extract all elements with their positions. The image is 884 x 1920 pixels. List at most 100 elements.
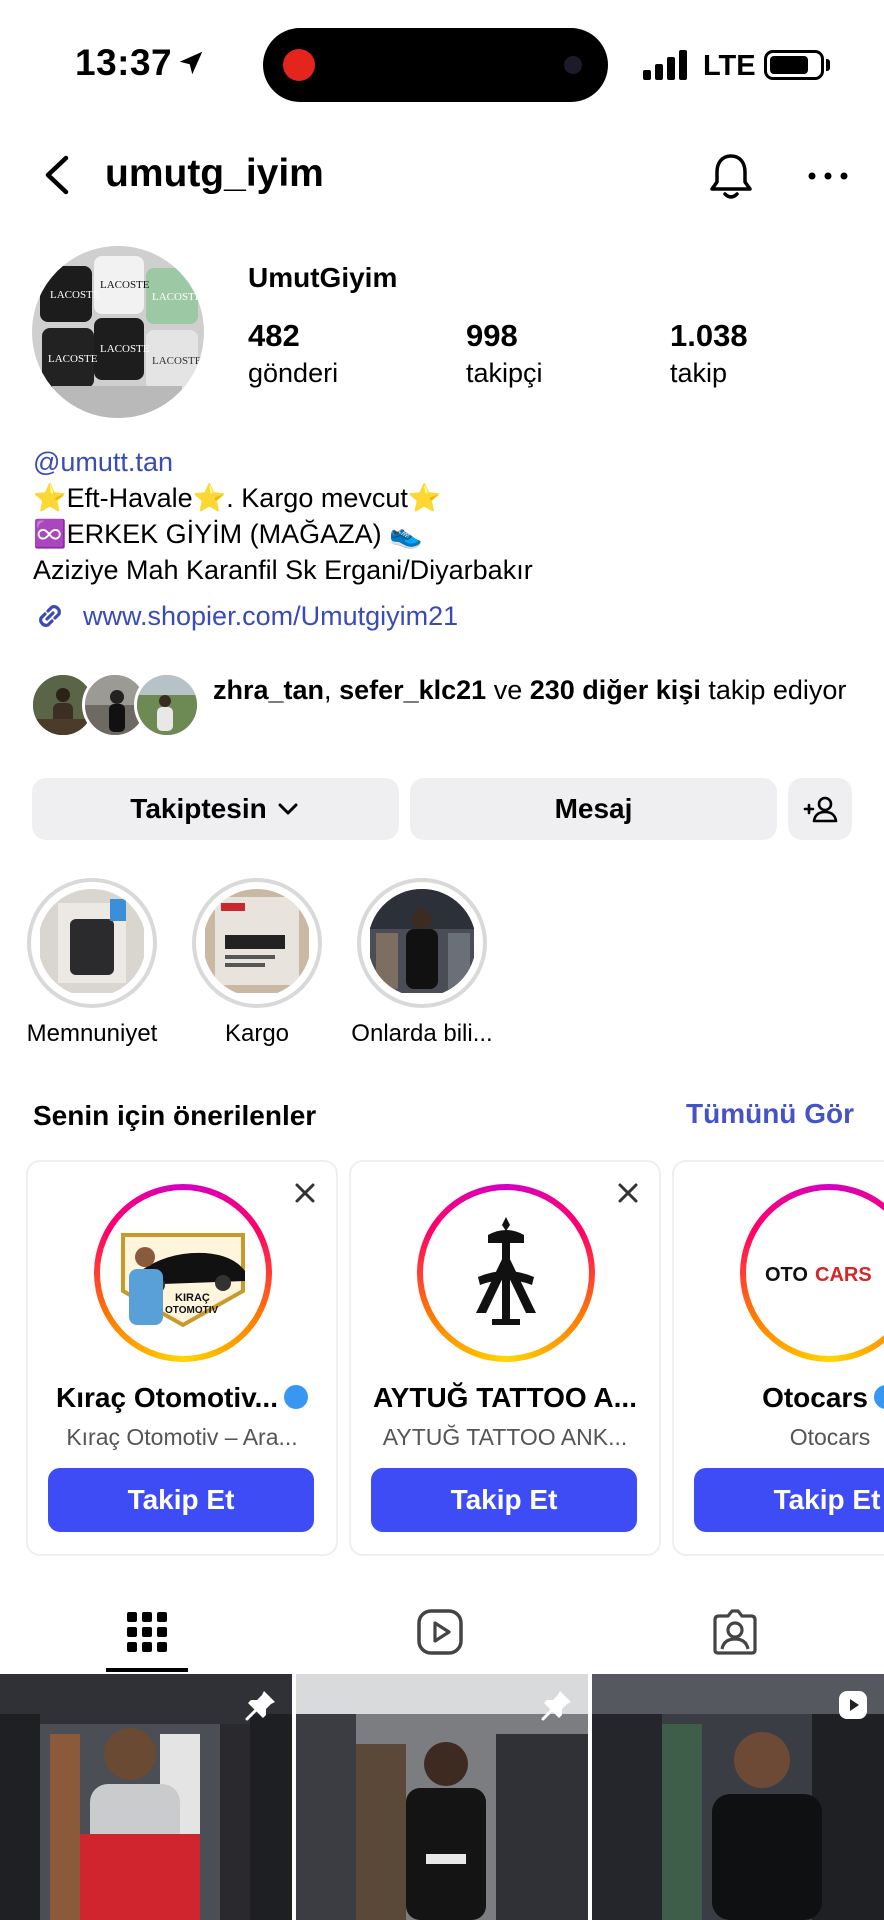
bio-website-text: www.shopier.com/Umutgiyim21 (83, 600, 459, 631)
close-icon[interactable] (615, 1180, 641, 1206)
profile-username: umutg_iyim (105, 152, 324, 195)
active-tab-indicator (106, 1668, 188, 1672)
svg-text:LACOSTE: LACOSTE (48, 353, 98, 365)
verified-badge-icon (873, 1384, 884, 1409)
tagged-icon[interactable] (709, 1606, 761, 1658)
battery-icon (764, 50, 824, 80)
suggested-avatar (428, 1195, 584, 1351)
stat-followers-value: 998 (466, 318, 518, 353)
mutual-user-1[interactable]: zhra_tan (213, 675, 324, 705)
profile-header: umutg_iyim (0, 140, 884, 210)
svg-text:LACOSTE: LACOSTE (152, 291, 202, 303)
post-thumbnail[interactable] (592, 1674, 884, 1920)
stat-followers[interactable]: 998 takipçi (466, 318, 543, 389)
suggested-name: Kıraç Otomotiv... (28, 1382, 336, 1414)
highlight-label: Kargo (224, 1020, 290, 1047)
stat-following-label: takip (670, 358, 728, 388)
svg-text:CARS: CARS (815, 1264, 872, 1286)
svg-text:LACOSTE: LACOSTE (100, 279, 150, 291)
chevron-down-icon (278, 803, 298, 815)
camera-dot (564, 56, 582, 74)
network-type: LTE (703, 50, 756, 82)
post-thumbnail[interactable] (296, 1674, 588, 1920)
followed-by-row[interactable]: zhra_tan, sefer_klc21 ve 230 diğer kişi … (30, 672, 870, 742)
message-button[interactable]: Mesaj (410, 778, 777, 840)
suggested-subtitle: Kıraç Otomotiv – Ara... (66, 1424, 298, 1450)
stat-following[interactable]: 1.038 takip (670, 318, 748, 389)
bio-website-link[interactable]: www.shopier.com/Umutgiyim21 (33, 596, 458, 636)
highlight-label: Memnuniyet (26, 1020, 158, 1047)
close-icon[interactable] (292, 1180, 318, 1206)
follow-button[interactable]: Takip Et (48, 1468, 314, 1532)
suggest-people-button[interactable] (788, 778, 852, 840)
mutual-avatar-3 (134, 672, 200, 738)
bio-line-2: ♾️ERKEK GİYİM (MAĞAZA) 👟 (33, 519, 423, 549)
post-grid (0, 1674, 884, 1920)
suggested-avatar: KIRAÇ OTOMOTIV (105, 1195, 261, 1351)
svg-text:LACOSTE: LACOSTE (152, 355, 202, 367)
grid-icon[interactable] (121, 1606, 173, 1658)
signal-bars-icon (643, 50, 687, 80)
highlight-kargo[interactable]: Kargo (172, 878, 342, 1048)
highlight-memnuniyet[interactable]: Memnuniyet (7, 878, 177, 1048)
profile-display-name: UmutGiyim (248, 262, 398, 293)
following-button-label: Takiptesin (130, 793, 267, 824)
verified-badge-icon (283, 1384, 308, 1409)
suggested-avatar-ring (417, 1184, 595, 1362)
highlight-cover (38, 889, 146, 997)
highlight-onlarda[interactable]: Onlarda bili... (337, 878, 507, 1048)
svg-text:LACOSTE: LACOSTE (50, 289, 100, 301)
add-person-icon (803, 796, 838, 823)
following-button[interactable]: Takiptesin (32, 778, 399, 840)
back-chevron-icon[interactable] (38, 152, 78, 198)
message-button-label: Mesaj (554, 793, 633, 824)
follow-button[interactable]: Takip Et (694, 1468, 884, 1532)
stat-posts-value: 482 (248, 318, 300, 353)
suggested-card-kirac[interactable]: KIRAÇ OTOMOTIV Kıraç Otomotiv... Kıraç O… (26, 1160, 338, 1556)
profile-tabs (0, 1592, 884, 1672)
svg-text:KIRAÇ: KIRAÇ (175, 1292, 210, 1304)
status-time: 13:37 (75, 42, 173, 83)
highlight-cover (203, 889, 311, 997)
profile-avatar[interactable]: LACOSTE LACOSTE LACOSTE LACOSTE LACOSTE … (32, 246, 204, 418)
svg-text:LACOSTE: LACOSTE (100, 343, 150, 355)
bio-line-3: Aziziye Mah Karanfil Sk Ergani/Diyarbakı… (33, 555, 533, 585)
stat-following-value: 1.038 (670, 318, 748, 353)
svg-text:OTOMOTIV: OTOMOTIV (165, 1305, 218, 1316)
avatar-image: LACOSTE LACOSTE LACOSTE LACOSTE LACOSTE … (32, 246, 204, 418)
battery-cap (826, 59, 830, 71)
reels-icon[interactable] (414, 1606, 466, 1658)
suggested-title: Senin için önerilenler (33, 1100, 317, 1131)
status-bar: 13:37 LTE (0, 0, 884, 130)
bio-mention-link[interactable]: @umutt.tan (33, 444, 533, 480)
stat-posts-label: gönderi (248, 358, 339, 388)
stat-posts[interactable]: 482 gönderi (248, 318, 338, 389)
more-options-icon[interactable] (806, 164, 850, 188)
suggested-avatar-ring: OTO CARS (740, 1184, 884, 1362)
profile-bio: @umutt.tan ⭐Eft-Havale⭐. Kargo mevcut⭐ ♾… (33, 444, 533, 588)
link-icon (39, 605, 61, 627)
suggested-card-otocars[interactable]: OTO CARS Otocars Otocars Takip Et (672, 1160, 884, 1556)
suggested-card-aytug[interactable]: AYTUĞ TATTOO A... AYTUĞ TATTOO ANK... Ta… (349, 1160, 661, 1556)
bio-line-1: ⭐Eft-Havale⭐. Kargo mevcut⭐ (33, 483, 442, 513)
post-thumbnail[interactable] (0, 1674, 292, 1920)
bell-icon[interactable] (706, 150, 756, 202)
pin-icon (541, 1691, 571, 1721)
recording-indicator-icon (283, 49, 315, 81)
suggested-avatar-ring: KIRAÇ OTOMOTIV (94, 1184, 272, 1362)
location-arrow-icon (179, 51, 203, 75)
suggested-subtitle: AYTUĞ TATTOO ANK... (382, 1424, 628, 1450)
see-all-link[interactable]: Tümünü Gör (686, 1098, 854, 1130)
highlight-label: Onlarda bili... (351, 1020, 493, 1047)
suggested-name: AYTUĞ TATTOO A... (373, 1382, 637, 1413)
dynamic-island (263, 28, 608, 102)
stat-followers-label: takipçi (466, 358, 543, 388)
suggested-subtitle: Otocars (789, 1424, 871, 1450)
reels-badge-icon (839, 1691, 867, 1719)
suggested-avatar: OTO CARS (751, 1195, 884, 1351)
mutual-user-2[interactable]: sefer_klc21 (339, 675, 486, 705)
mutual-others[interactable]: 230 diğer kişi (530, 675, 701, 705)
suggested-name: Otocars (674, 1382, 884, 1414)
follow-button[interactable]: Takip Et (371, 1468, 637, 1532)
svg-text:OTO: OTO (765, 1264, 808, 1286)
